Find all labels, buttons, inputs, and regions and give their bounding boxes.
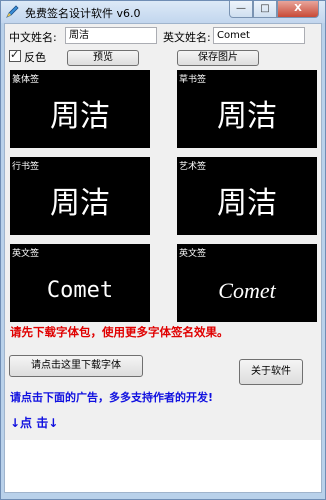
- signature-preview: 周洁: [50, 99, 110, 134]
- panel-label: 英文签: [179, 249, 207, 259]
- panel-seal-signature: 篆体签 周洁: [10, 70, 150, 148]
- signature-preview: Comet: [46, 278, 114, 303]
- signature-preview: 周洁: [217, 99, 277, 134]
- preview-button[interactable]: 预览: [67, 50, 139, 66]
- signature-preview: 周洁: [50, 186, 110, 221]
- client-area: 中文姓名: 周洁 英文姓名: Comet 反色 预览 保存图片 篆体签 周洁 草…: [4, 23, 322, 493]
- panel-label: 行书签: [12, 162, 40, 172]
- invert-checkbox[interactable]: [9, 48, 21, 62]
- panel-label: 篆体签: [12, 75, 40, 85]
- cn-name-label: 中文姓名:: [9, 31, 57, 44]
- en-name-label: 英文姓名:: [163, 31, 211, 44]
- maximize-button[interactable]: □: [253, 1, 277, 18]
- window-controls: — □ X: [229, 1, 319, 19]
- click-below-hint: ↓点 击↓: [10, 416, 59, 430]
- invert-label: 反色: [24, 51, 46, 64]
- panel-label: 英文签: [12, 249, 40, 259]
- download-fonts-button[interactable]: 请点击这里下载字体: [9, 355, 143, 377]
- close-button[interactable]: X: [277, 1, 319, 18]
- support-notice: 请点击下面的广告，多多支持作者的开发!: [10, 391, 214, 404]
- app-window: 免费签名设计软件 v6.0 — □ X 中文姓名: 周洁 英文姓名: Comet…: [0, 0, 326, 500]
- save-image-button[interactable]: 保存图片: [177, 50, 259, 66]
- title-bar[interactable]: 免费签名设计软件 v6.0 — □ X: [1, 1, 325, 23]
- signature-preview: Comet: [218, 278, 276, 303]
- about-button[interactable]: 关于软件: [239, 359, 303, 385]
- minimize-button[interactable]: —: [229, 1, 253, 18]
- signature-preview: 周洁: [217, 186, 277, 221]
- panel-english-signature-2: 英文签 Comet: [177, 244, 317, 322]
- pen-app-icon: [6, 5, 19, 18]
- window-title: 免费签名设计软件 v6.0: [25, 7, 141, 20]
- ad-area[interactable]: [5, 440, 321, 492]
- download-notice: 请先下载字体包，使用更多字体签名效果。: [10, 325, 229, 339]
- panel-english-signature-1: 英文签 Comet: [10, 244, 150, 322]
- panel-running-signature: 行书签 周洁: [10, 157, 150, 235]
- cn-name-input[interactable]: 周洁: [65, 27, 157, 44]
- panel-cursive-signature: 草书签 周洁: [177, 70, 317, 148]
- panel-label: 草书签: [179, 75, 207, 85]
- en-name-input[interactable]: Comet: [213, 27, 305, 44]
- panel-label: 艺术签: [179, 162, 207, 172]
- panel-art-signature: 艺术签 周洁: [177, 157, 317, 235]
